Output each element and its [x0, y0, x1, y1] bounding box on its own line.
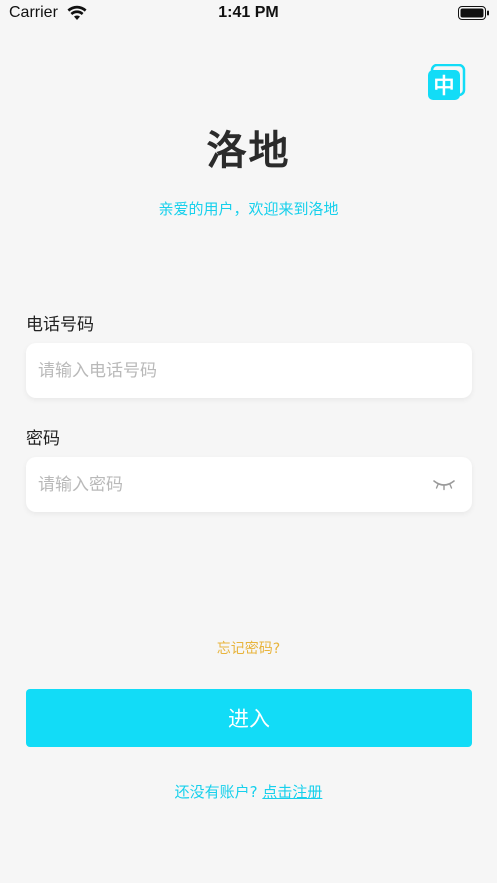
phone-label: 电话号码: [26, 315, 94, 335]
signup-prompt: 还没有账户?: [174, 783, 258, 801]
app-title: 洛地: [206, 128, 291, 174]
battery-icon: [458, 6, 489, 20]
signup-link[interactable]: 点击注册: [262, 783, 322, 801]
language-icon-text: 中: [434, 74, 455, 98]
clock: 1:41 PM: [218, 4, 279, 21]
enter-button[interactable]: 进入: [26, 689, 472, 747]
password-label: 密码: [26, 429, 60, 449]
signup-row: 还没有账户? 点击注册: [0, 781, 497, 802]
language-switch-icon[interactable]: 中: [426, 64, 466, 102]
password-input[interactable]: [26, 457, 472, 512]
phone-field-card: [26, 343, 472, 398]
forgot-password-link[interactable]: 忘记密码?: [0, 638, 497, 658]
welcome-subtitle: 亲爱的用户，欢迎来到洛地: [158, 200, 339, 218]
status-bar: Carrier 1:41 PM: [0, 0, 497, 30]
password-field-card: [26, 457, 472, 512]
phone-input[interactable]: [26, 343, 472, 398]
eye-closed-icon[interactable]: [432, 477, 456, 491]
